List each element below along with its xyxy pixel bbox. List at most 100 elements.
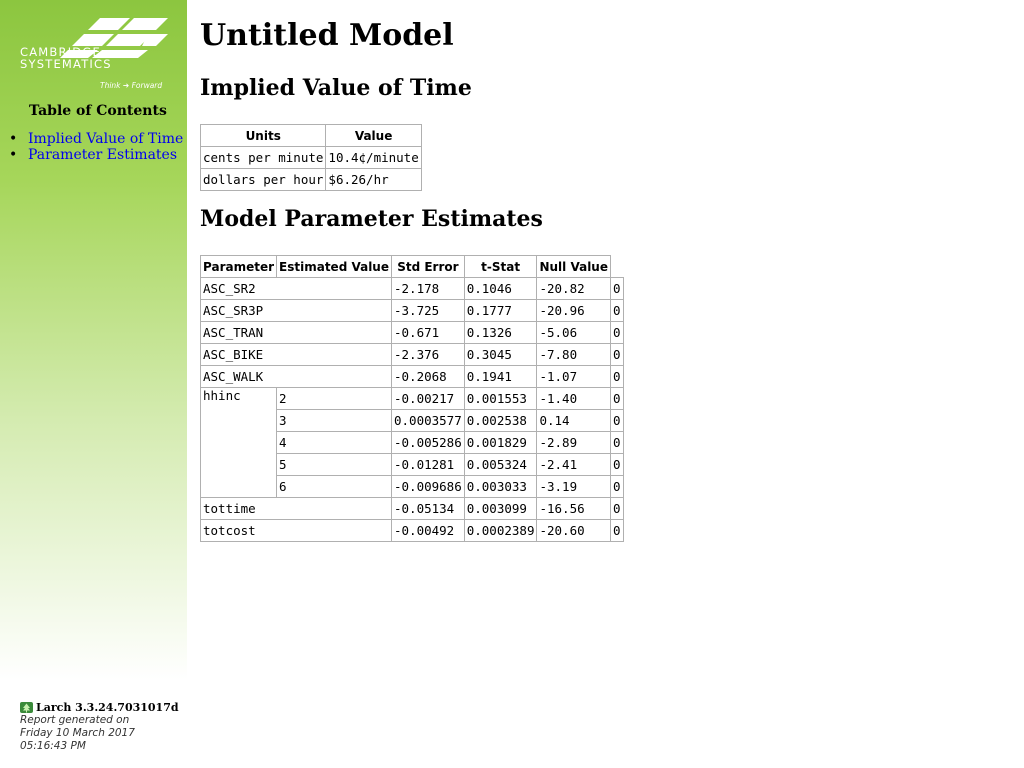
parameter-name-cell: ASC_TRAN (200, 321, 392, 344)
t-stat-cell: -7.80 (536, 343, 611, 366)
std-error-cell: 0.3045 (463, 343, 538, 366)
logo-tagline: Think ➔ Forward (100, 81, 162, 90)
table-header-row: Units Value (199, 124, 422, 147)
value-cell: $6.26/hr (325, 168, 422, 191)
table-row: hhinc 2 -0.00217 0.001553 -1.40 0 (199, 387, 624, 498)
std-error-cell: 0.1941 (463, 365, 538, 388)
bullet-icon: • (9, 147, 18, 163)
estimated-value-cell: -2.178 (391, 277, 465, 300)
t-stat-cell: -1.40 (536, 387, 611, 410)
toc-link-implied-value-of-time[interactable]: Implied Value of Time (28, 131, 183, 147)
larch-version: Larch 3.3.24.7031017d (20, 701, 179, 714)
null-value-cell: 0 (610, 387, 624, 410)
table-row: tottime -0.05134 0.003099 -16.56 0 (200, 497, 624, 520)
column-header-estimated-value: Estimated Value (276, 255, 392, 278)
null-value-cell: 0 (610, 519, 624, 542)
estimated-value-cell: -0.005286 (391, 431, 465, 454)
estimated-value-cell: -0.00492 (391, 519, 465, 542)
std-error-cell: 0.1326 (463, 321, 538, 344)
null-value-cell: 0 (610, 365, 624, 388)
std-error-cell: 0.002538 (463, 409, 538, 432)
table-row: ASC_TRAN -0.671 0.1326 -5.06 0 (200, 321, 624, 344)
std-error-cell: 0.001829 (463, 431, 538, 454)
parameter-name-cell: ASC_BIKE (200, 343, 392, 366)
column-header-std-error: Std Error (391, 255, 465, 278)
parameter-subindex-cell: 4 (276, 431, 392, 454)
table-header-row: Parameter Estimated Value Std Error t-St… (199, 255, 624, 278)
std-error-cell: 0.003033 (463, 475, 538, 498)
toc-list: • Implied Value of Time • Parameter Estima… (9, 131, 183, 163)
estimated-value-cell: -0.2068 (391, 365, 465, 388)
larch-tree-icon (20, 702, 33, 713)
t-stat-cell: 0.14 (536, 409, 611, 432)
column-header-units: Units (199, 124, 327, 147)
null-value-cell: 0 (610, 453, 624, 476)
t-stat-cell: -20.82 (536, 277, 611, 300)
t-stat-cell: -20.60 (536, 519, 611, 542)
toc-item-implied-value-of-time: • Implied Value of Time (9, 131, 183, 147)
parameter-name-cell: hhinc (199, 387, 278, 498)
section-heading-model-parameter-estimates: Model Parameter Estimates (200, 206, 543, 232)
column-header-null-value: Null Value (536, 255, 611, 278)
parameter-subindex-cell: 5 (276, 453, 392, 476)
parameter-name-cell: ASC_SR3P (200, 299, 392, 322)
parameter-name-cell: ASC_SR2 (200, 277, 392, 300)
sidebar: CAMBRIDGE SYSTEMATICS Think ➔ Forward Ta… (0, 0, 187, 768)
bullet-icon: • (9, 131, 18, 147)
parameter-name-cell: totcost (200, 519, 392, 542)
null-value-cell: 0 (610, 409, 624, 432)
std-error-cell: 0.0002389 (463, 519, 538, 542)
table-row: ASC_BIKE -2.376 0.3045 -7.80 0 (200, 343, 624, 366)
t-stat-cell: -2.41 (536, 453, 611, 476)
table-row: cents per minute 10.4¢/minute (199, 146, 422, 169)
estimated-value-cell: -2.376 (391, 343, 465, 366)
estimated-value-cell: -0.00217 (391, 387, 465, 410)
logo-tag-forward: Forward (131, 81, 163, 90)
null-value-cell: 0 (610, 299, 624, 322)
estimated-value-cell: -0.01281 (391, 453, 465, 476)
report-generated-info: Report generated on Friday 10 March 2017… (20, 714, 179, 753)
value-of-time-table: Units Value cents per minute 10.4¢/minute… (199, 124, 422, 191)
generated-label: Report generated on (20, 714, 130, 726)
estimated-value-cell: -0.009686 (391, 475, 465, 498)
value-of-time-table-body: cents per minute 10.4¢/minute dollars per … (199, 146, 422, 191)
parameter-estimates-table: Parameter Estimated Value Std Error t-St… (199, 255, 624, 542)
column-header-parameter: Parameter (199, 255, 278, 278)
logo-tag-think: Think (100, 81, 121, 90)
units-cell: cents per minute (199, 146, 327, 169)
parameter-name-cell: tottime (200, 497, 392, 520)
null-value-cell: 0 (610, 475, 624, 498)
logo-wordmark: CAMBRIDGE SYSTEMATICS (20, 46, 112, 70)
section-heading-implied-value-of-time: Implied Value of Time (200, 75, 472, 101)
std-error-cell: 0.1777 (463, 299, 538, 322)
page-title: Untitled Model (200, 18, 454, 53)
report-footer: Larch 3.3.24.7031017d Report generated o… (20, 701, 179, 753)
std-error-cell: 0.001553 (463, 387, 538, 410)
generated-date: Friday 10 March 2017 (20, 727, 135, 739)
toc-item-parameter-estimates: • Parameter Estimates (9, 147, 183, 163)
parameter-subindex-cell: 6 (276, 475, 392, 498)
null-value-cell: 0 (610, 431, 624, 454)
null-value-cell: 0 (610, 321, 624, 344)
estimated-value-cell: -3.725 (391, 299, 465, 322)
null-value-cell: 0 (610, 497, 624, 520)
parameter-name-cell: ASC_WALK (200, 365, 392, 388)
t-stat-cell: -2.89 (536, 431, 611, 454)
logo-line2: SYSTEMATICS (20, 57, 112, 71)
estimated-value-cell: -0.671 (391, 321, 465, 344)
estimated-value-cell: -0.05134 (391, 497, 465, 520)
table-row: ASC_SR2 -2.178 0.1046 -20.82 0 (200, 277, 624, 300)
table-row: ASC_WALK -0.2068 0.1941 -1.07 0 (200, 365, 624, 388)
toc-link-parameter-estimates[interactable]: Parameter Estimates (28, 147, 177, 163)
parameter-estimates-table-body: ASC_SR2 -2.178 0.1046 -20.82 0 ASC_SR3P -3.725… (199, 277, 624, 542)
units-cell: dollars per hour (199, 168, 327, 191)
table-row: dollars per hour $6.26/hr (199, 168, 422, 191)
std-error-cell: 0.003099 (463, 497, 538, 520)
toc-title: Table of Contents (29, 103, 167, 119)
t-stat-cell: -5.06 (536, 321, 611, 344)
larch-version-text: Larch 3.3.24.7031017d (36, 701, 179, 714)
t-stat-cell: -1.07 (536, 365, 611, 388)
parameter-subindex-cell: 2 (276, 387, 392, 410)
null-value-cell: 0 (610, 343, 624, 366)
table-row: ASC_SR3P -3.725 0.1777 -20.96 0 (200, 299, 624, 322)
